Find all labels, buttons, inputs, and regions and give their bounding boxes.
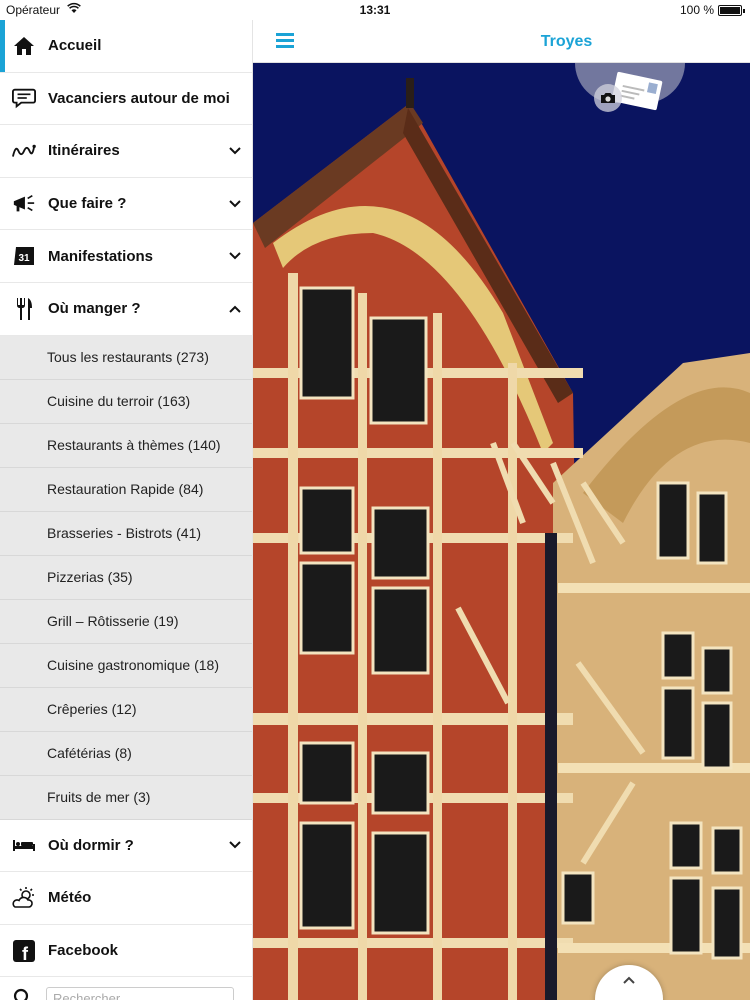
sidebar-item-label: Accueil [48, 37, 102, 55]
search-input[interactable]: Rechercher [46, 987, 234, 1000]
sidebar-item-accueil[interactable]: Accueil [0, 20, 252, 73]
status-bar: Opérateur 13:31 100 % [0, 0, 750, 20]
submenu-item[interactable]: Restauration Rapide (84) [0, 468, 252, 512]
fork-knife-icon [12, 297, 36, 321]
sidebar-item-meteo[interactable]: Météo [0, 872, 252, 925]
sidebar-item-facebook[interactable]: f Facebook [0, 925, 252, 978]
submenu-item[interactable]: Restaurants à thèmes (140) [0, 424, 252, 468]
sidebar-item-que-faire[interactable]: Que faire ? [0, 178, 252, 231]
submenu-item[interactable]: Cuisine gastronomique (18) [0, 644, 252, 688]
top-bar: Troyes [253, 20, 750, 63]
sidebar-item-label: Manifestations [48, 247, 154, 265]
facebook-glyph: f [22, 944, 29, 962]
sidebar-item-vacanciers[interactable]: Vacanciers autour de moi [0, 73, 252, 126]
sidebar-item-manifestations[interactable]: 31 Manifestations [0, 230, 252, 283]
submenu-item[interactable]: Cuisine du terroir (163) [0, 380, 252, 424]
clock: 13:31 [359, 3, 391, 17]
submenu-item[interactable]: Tous les restaurants (273) [0, 336, 252, 380]
sidebar-item-label: Météo [48, 889, 92, 907]
chevron-up-icon [229, 305, 241, 313]
chat-icon [12, 86, 36, 110]
camera-icon [601, 93, 615, 103]
sidebar-menu: Accueil Vacanciers autour de moi Itinéra… [0, 20, 253, 1000]
chevron-down-icon [229, 252, 241, 260]
submenu-item[interactable]: Cafétérias (8) [0, 732, 252, 776]
submenu-item[interactable]: Fruits de mer (3) [0, 776, 252, 820]
bed-icon [12, 833, 36, 857]
search-icon [13, 989, 29, 1000]
sidebar-item-label: Vacanciers autour de moi [48, 89, 230, 107]
sidebar-item-label: Que faire ? [48, 195, 127, 213]
route-icon [12, 139, 36, 163]
calendar-day-label: 31 [18, 253, 30, 264]
chevron-down-icon [229, 841, 241, 849]
chevron-down-icon [229, 147, 241, 155]
megaphone-icon [12, 192, 36, 216]
chevron-up-icon [623, 976, 635, 984]
sidebar-item-label: Facebook [48, 942, 119, 960]
battery-percent: 100 % [679, 3, 714, 17]
facebook-icon: f [12, 939, 36, 963]
submenu-item[interactable]: Grill – Rôtisserie (19) [0, 600, 252, 644]
sidebar-item-itineraires[interactable]: Itinéraires [0, 125, 252, 178]
sidebar-item-label: Où dormir ? [48, 836, 134, 854]
sidebar-search: Rechercher [0, 977, 252, 1000]
sidebar-item-label: Où manger ? [48, 300, 141, 318]
sidebar-item-label: Itinéraires [48, 142, 120, 160]
sidebar-item-ou-dormir[interactable]: Où dormir ? [0, 820, 252, 873]
hero-photo [253, 63, 750, 1000]
camera-button[interactable] [594, 84, 622, 112]
chevron-down-icon [229, 199, 241, 207]
submenu-item[interactable]: Brasseries - Bistrots (41) [0, 512, 252, 556]
restaurant-submenu: Tous les restaurants (273) Cuisine du te… [0, 335, 252, 820]
submenu-item[interactable]: Crêperies (12) [0, 688, 252, 732]
page-title: Troyes [540, 33, 593, 50]
weather-icon [12, 886, 36, 910]
submenu-item[interactable]: Pizzerias (35) [0, 556, 252, 600]
battery-icon [718, 5, 745, 16]
home-icon [12, 34, 36, 58]
calendar-icon: 31 [12, 244, 36, 268]
sidebar-item-ou-manger[interactable]: Où manger ? [0, 283, 252, 336]
